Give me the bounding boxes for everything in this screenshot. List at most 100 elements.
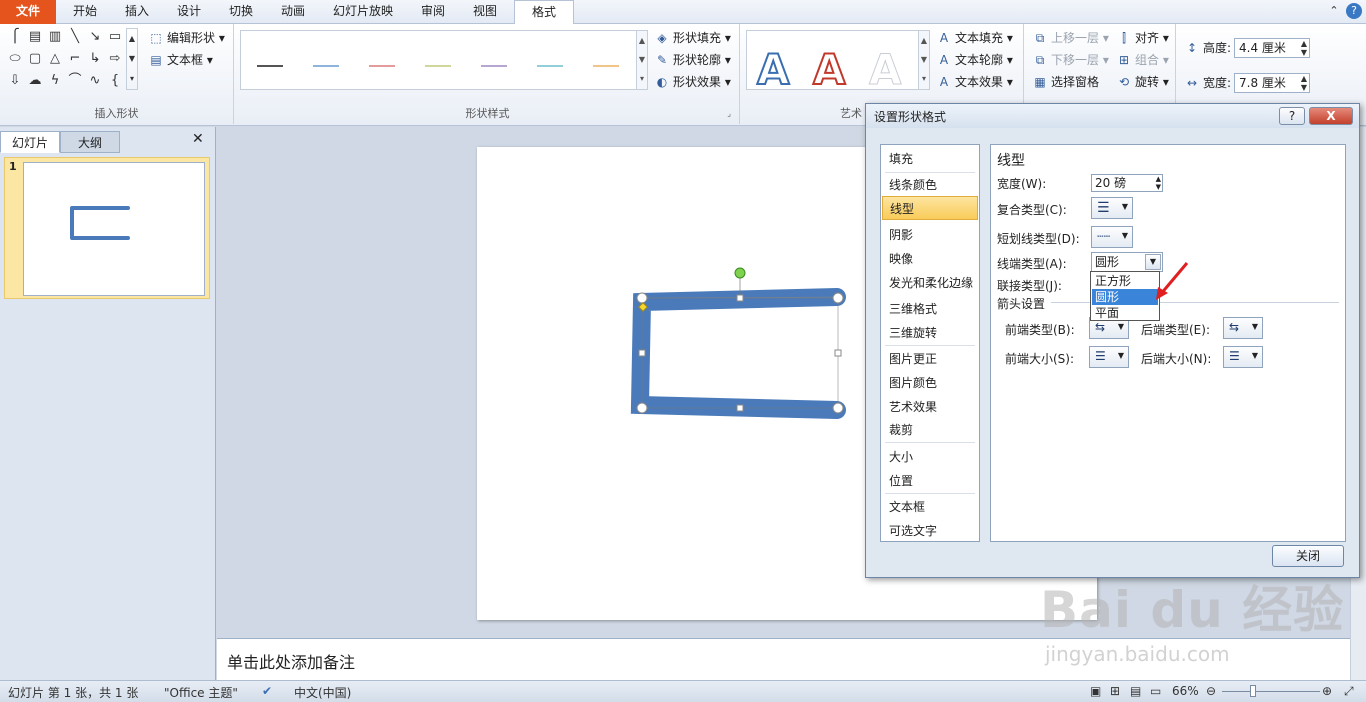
elbow-arrow-shape-icon[interactable]: ↳ [86, 50, 104, 68]
tab-view[interactable]: 视图 [460, 0, 510, 24]
wordart-style-light[interactable]: A [869, 45, 903, 95]
tab-review[interactable]: 审阅 [408, 0, 458, 24]
rotate-button[interactable]: ⟲ 旋转 ▾ [1116, 72, 1169, 92]
zoom-out-icon[interactable]: ⊖ [1206, 684, 1216, 698]
elbow-connector-shape-icon[interactable]: ⌐ [66, 50, 84, 68]
slide-thumbnail-selected[interactable]: 1 [4, 157, 210, 299]
line-shape-icon[interactable]: ╲ [66, 28, 84, 46]
compound-type-dropdown[interactable]: ☰ ▼ [1091, 197, 1133, 219]
curve-shape-icon[interactable]: ∿ [86, 72, 104, 90]
zoom-slider[interactable] [1222, 691, 1320, 692]
align-button[interactable]: ⫿ 对齐 ▾ [1116, 28, 1169, 48]
nav-artistic-effects[interactable]: 艺术效果 [882, 395, 978, 419]
end-size-dropdown[interactable]: ☰ ▼ [1223, 346, 1263, 368]
tab-file[interactable]: 文件 [0, 0, 56, 24]
tab-home[interactable]: 开始 [60, 0, 110, 24]
style-line-red[interactable] [369, 65, 395, 67]
theme-name[interactable]: "Office 主题" [164, 684, 238, 701]
fit-slide-icon[interactable]: ⤢ [1344, 684, 1354, 699]
height-input[interactable]: 4.4 厘米 ▲ ▼ [1234, 38, 1310, 58]
wordart-gallery[interactable]: A A A ▲ ▼ ▾ [746, 30, 930, 95]
nav-crop[interactable]: 裁剪 [882, 418, 978, 442]
selection-pane-button[interactable]: ▦ 选择窗格 [1032, 72, 1099, 92]
nav-reflection[interactable]: 映像 [882, 247, 978, 271]
resize-handle-br[interactable] [832, 402, 844, 414]
reading-view-icon[interactable]: ▤ [1130, 684, 1141, 698]
nav-picture-corrections[interactable]: 图片更正 [882, 347, 978, 371]
line-width-spinner-icon[interactable]: ▲ ▼ [1156, 175, 1161, 191]
down-arrow-shape-icon[interactable]: ⇩ [6, 72, 24, 90]
dash-type-dropdown[interactable]: ┄┄ ▼ [1091, 226, 1133, 248]
nav-picture-color[interactable]: 图片颜色 [882, 371, 978, 395]
nav-line-style[interactable]: 线型 [882, 196, 978, 220]
begin-size-dropdown[interactable]: ☰ ▼ [1089, 346, 1129, 368]
style-line-dark[interactable] [257, 65, 283, 67]
tab-outline[interactable]: 大纲 [60, 131, 120, 153]
dialog-close-x-button[interactable]: X [1309, 107, 1353, 125]
resize-handle-bl[interactable] [636, 402, 648, 414]
shape-fill-button[interactable]: ◈ 形状填充 ▾ [654, 28, 730, 48]
cap-option-round[interactable]: 圆形 [1092, 289, 1158, 305]
block-arrow-shape-icon[interactable]: ⇨ [106, 50, 124, 68]
spell-check-icon[interactable]: ✔ [262, 684, 272, 698]
tab-format[interactable]: 格式 [514, 0, 574, 25]
line-width-input[interactable]: 20 磅 ▲ ▼ [1091, 174, 1163, 192]
nav-glow-soft-edges[interactable]: 发光和柔化边缘 [882, 271, 978, 295]
cloud-shape-icon[interactable]: ☁ [26, 72, 44, 90]
text-effects-button[interactable]: A 文本效果 ▾ [936, 72, 1013, 92]
slide-sorter-icon[interactable]: ⊞ [1110, 684, 1120, 698]
collapse-ribbon-icon[interactable]: ⌃ [1326, 3, 1342, 19]
nav-3d-format[interactable]: 三维格式 [882, 297, 978, 321]
triangle-shape-icon[interactable]: △ [46, 50, 64, 68]
tab-slides[interactable]: 幻灯片 [0, 131, 60, 153]
rotation-handle[interactable] [734, 267, 746, 279]
language[interactable]: 中文(中国) [294, 684, 351, 701]
rounded-rect-shape-icon[interactable]: ▢ [26, 50, 44, 68]
wordart-style-red[interactable]: A [812, 44, 846, 95]
resize-handle-top[interactable] [736, 294, 744, 302]
oval-shape-icon[interactable]: ⬭ [6, 50, 24, 68]
cap-option-square[interactable]: 正方形 [1092, 273, 1158, 289]
zoom-in-icon[interactable]: ⊕ [1322, 684, 1332, 698]
nav-line-color[interactable]: 线条颜色 [882, 173, 978, 197]
wordart-style-blue[interactable]: A [756, 44, 790, 95]
edit-shape-button[interactable]: ⬚ 编辑形状 ▾ [148, 28, 225, 48]
bring-forward-button[interactable]: ⧉ 上移一层 ▾ [1032, 28, 1109, 48]
group-button[interactable]: ⊞ 组合 ▾ [1116, 50, 1169, 70]
nav-alt-text[interactable]: 可选文字 [882, 519, 978, 543]
resize-handle-tr[interactable] [832, 292, 844, 304]
text-fill-button[interactable]: A 文本填充 ▾ [936, 28, 1013, 48]
tab-animations[interactable]: 动画 [268, 0, 318, 24]
arrow-line-shape-icon[interactable]: ↘ [86, 28, 104, 46]
style-line-aqua[interactable] [537, 65, 563, 67]
arc-shape-icon[interactable]: ⌒ [66, 72, 84, 90]
nav-position[interactable]: 位置 [882, 469, 978, 493]
cap-type-combobox[interactable]: 圆形 ▼ [1091, 252, 1163, 272]
nav-fill[interactable]: 填充 [882, 147, 978, 171]
tab-slideshow[interactable]: 幻灯片放映 [324, 0, 402, 24]
cap-option-flat[interactable]: 平面 [1092, 305, 1158, 321]
width-input[interactable]: 7.8 厘米 ▲ ▼ [1234, 73, 1310, 93]
style-line-purple[interactable] [481, 65, 507, 67]
resize-handle-right[interactable] [834, 349, 842, 357]
resize-handle-left[interactable] [638, 349, 646, 357]
zoom-slider-thumb[interactable] [1250, 685, 1256, 697]
dialog-launcher-icon[interactable]: ⌟ [727, 109, 731, 118]
gallery-scroll-icon[interactable]: ▲ ▼ ▾ [636, 31, 647, 89]
text-outline-button[interactable]: A 文本轮廓 ▾ [936, 50, 1013, 70]
resize-handle-bottom[interactable] [736, 404, 744, 412]
send-backward-button[interactable]: ⧉ 下移一层 ▾ [1032, 50, 1109, 70]
shape-style-gallery[interactable]: ▲ ▼ ▾ [240, 30, 648, 90]
style-line-orange[interactable] [593, 65, 619, 67]
bracket-shape-icon[interactable]: ⎧ [6, 28, 24, 46]
lightning-shape-icon[interactable]: ϟ [46, 72, 64, 90]
slide-thumbnail[interactable] [23, 162, 205, 296]
brace-shape-icon[interactable]: { [106, 72, 124, 90]
resize-handle-tl[interactable] [636, 292, 648, 304]
style-line-blue[interactable] [313, 65, 339, 67]
nav-text-box[interactable]: 文本框 [882, 495, 978, 519]
end-type-dropdown[interactable]: ⇆ ▼ [1223, 317, 1263, 339]
zoom-level[interactable]: 66% [1172, 684, 1199, 698]
nav-3d-rotation[interactable]: 三维旋转 [882, 321, 978, 345]
text-box-button[interactable]: ▤ 文本框 ▾ [148, 50, 213, 70]
